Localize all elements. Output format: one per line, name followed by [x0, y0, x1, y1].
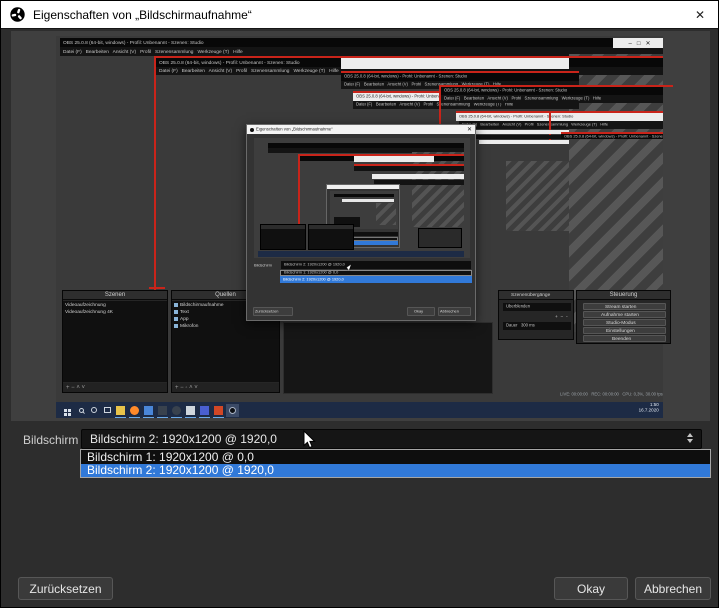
source-item: Bildschirmaufnahme [180, 302, 223, 307]
record-start-button: Aufnahme starten [601, 312, 639, 317]
cortana-icon [91, 407, 97, 413]
close-icon[interactable]: ✕ [690, 6, 710, 24]
windows-taskbar: 1:50 16.7.2020 [56, 402, 663, 418]
scenes-header: Szenen [63, 291, 167, 300]
source-item: Mikrofon [180, 323, 198, 328]
nested-cancel-button: Abbrechen [438, 307, 471, 316]
window-controls-icons: – □ ✕ [613, 38, 663, 48]
studio-mode-button: Studio-Modus [606, 320, 636, 325]
transition-select: Überblenden [503, 303, 571, 311]
obs-menubar-l4: Datei (F) Bearbeiten Ansicht (V) Profil … [441, 95, 663, 103]
display-label: Bildschirm [23, 433, 78, 447]
clock-date: 16.7.2020 [639, 408, 659, 413]
mini-controls-panel [418, 228, 462, 248]
scenes-list: Videoaufzeichnung Videoaufzeichnung 4K [63, 301, 167, 382]
controls-panel: Steuerung Stream starten Aufnahme starte… [576, 290, 671, 344]
taskbar-clock: 1:50 16.7.2020 [639, 403, 659, 414]
source-icon [174, 324, 178, 328]
obs-menubar-l5: Datei (F) Bearbeiten Ansicht (V) Profil … [459, 121, 663, 129]
okay-button[interactable]: Okay [554, 577, 628, 600]
stream-start-button: Stream starten [605, 304, 636, 309]
obs-logo-icon [10, 7, 25, 22]
nested-properties-dialog: Eigenschaften von „Bildschirmaufnahme“ ✕ [246, 124, 476, 321]
people-icon [144, 406, 153, 415]
nested-obs-logo-icon [250, 128, 254, 132]
nested-close-icon: ✕ [467, 126, 472, 133]
mini-scenes-panel [260, 224, 306, 250]
exit-button: Beenden [612, 336, 631, 341]
dropdown-option-1[interactable]: Bildschirm 1: 1920x1200 @ 0,0 [81, 450, 710, 464]
source-icon [174, 303, 178, 307]
explorer-icon [116, 406, 125, 415]
obs-titlebar-l6: OBS 25.0.8 (64-bit, windows) - Profil: U… [561, 132, 663, 139]
nested-combobox: Bildschirm 2: 1920x1200 @ 1920,0 [281, 261, 471, 269]
firefox-icon [130, 406, 139, 415]
obs-titlebar-l0: OBS 25.0.8 (64-bit, windows) - Profil: U… [60, 38, 663, 47]
properties-dialog: Eigenschaften von „Bildschirmaufnahme“ ✕… [0, 0, 719, 608]
display-combobox[interactable]: Bildschirm 2: 1920x1200 @ 1920,0 [81, 429, 702, 449]
camera-icon [158, 406, 167, 415]
source-item: App [180, 316, 189, 321]
capture-preview: OBS 25.0.8 (64-bit, windows) - Profil: U… [11, 31, 710, 421]
nested-option-2-selected: Bildschirm 2: 1920x1200 @ 1920,0 [280, 276, 472, 283]
micro-capture-border [298, 154, 300, 232]
nested-form-label: Bildschirm [251, 262, 279, 270]
mini-taskbar [258, 251, 464, 257]
teams-icon [200, 406, 209, 415]
obs-taskbar-icon [226, 404, 239, 417]
obs-titlebar-l4: OBS 25.0.8 (64-bit, windows) - Profil: U… [441, 87, 663, 95]
search-icon [79, 408, 84, 413]
scene-item: Videoaufzeichnung 4K [65, 309, 113, 314]
obs-titlebar-l2: OBS 25.0.8 (64-bit, windows) - Profil: U… [341, 73, 579, 81]
obs-statusbar: LIVE: 00:00:00 REC: 00:00:00 CPU: 0,3%, … [431, 391, 663, 399]
powerpoint-icon [214, 406, 223, 415]
cancel-button[interactable]: Abbrechen [635, 577, 711, 600]
obs-preview-dark-area [283, 322, 493, 394]
micro-bar [354, 156, 434, 162]
micro-bar [354, 166, 464, 171]
nested2-titlebar [327, 185, 399, 189]
start-icon [64, 409, 67, 412]
nested-ok-button: Okay [407, 307, 435, 316]
task-view-icon [104, 407, 111, 413]
dialog-titlebar: Eigenschaften von „Bildschirmaufnahme“ ✕ [1, 1, 718, 29]
nested-reset-button: Zurücksetzen [253, 307, 293, 316]
nested-preview [254, 138, 470, 258]
combobox-value: Bildschirm 2: 1920x1200 @ 1920,0 [90, 432, 277, 446]
transitions-header: Szenenübergänge [511, 293, 550, 298]
micro-bar [476, 130, 569, 134]
mini-sources-panel [308, 224, 354, 250]
display-dropdown-list: Bildschirm 1: 1920x1200 @ 0,0 Bildschirm… [80, 449, 711, 478]
source-icon [174, 317, 178, 321]
nested-dialog-titlebar-echo [341, 58, 569, 69]
scenes-panel: Szenen Videoaufzeichnung Videoaufzeichnu… [62, 290, 168, 393]
nested-title: Eigenschaften von „Bildschirmaufnahme“ [256, 127, 333, 131]
capture-border-bottom [149, 287, 165, 289]
microphone-icon [172, 406, 181, 415]
sources-toolbar: + − ◦ ˄ ˅ [172, 383, 279, 392]
obs-titlebar-l5: OBS 25.0.8 (64-bit, windows) - Profil: U… [456, 113, 663, 121]
chevron-updown-icon [687, 433, 693, 443]
micro-bar [372, 174, 464, 179]
reset-button[interactable]: Zurücksetzen [18, 577, 113, 600]
settings-button: Einstellungen [606, 328, 635, 333]
dropdown-option-2-selected[interactable]: Bildschirm 2: 1920x1200 @ 1920,0 [81, 464, 710, 477]
capture-border-left [154, 56, 156, 290]
out-of-bounds-stripes-small [506, 161, 569, 231]
scene-item: Videoaufzeichnung [65, 302, 106, 307]
scenes-toolbar: + − ˄ ˅ [63, 383, 167, 392]
snip-icon [186, 406, 195, 415]
transition-tools: + − ◦ [529, 313, 571, 320]
micro-bar [476, 135, 569, 139]
mouse-cursor-icon [303, 430, 316, 454]
micro-bar [479, 140, 569, 144]
source-item: Text [180, 309, 189, 314]
source-icon [174, 310, 178, 314]
transitions-panel: Szenenübergänge Überblenden + − ◦ Dauer … [498, 290, 574, 340]
dialog-title: Eigenschaften von „Bildschirmaufnahme“ [33, 8, 252, 22]
nested-titlebar: Eigenschaften von „Bildschirmaufnahme“ ✕ [247, 125, 475, 134]
transition-duration: Dauer 300 ms [503, 322, 571, 330]
controls-header: Steuerung [577, 291, 670, 300]
